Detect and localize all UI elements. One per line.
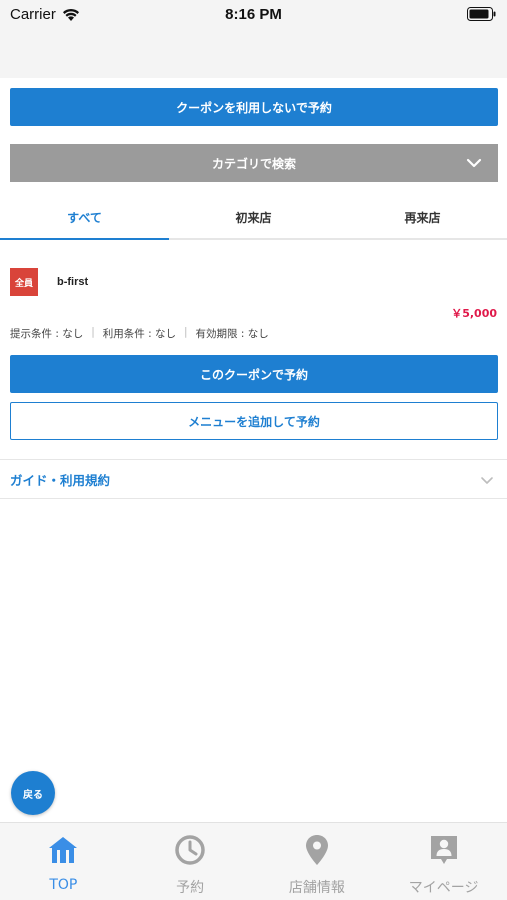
reserve-with-coupon-label: このクーポンで予約 (199, 367, 308, 382)
coupon-price: ￥5,000 (451, 307, 497, 320)
tabbar-item-reserve[interactable]: 予約 (127, 823, 254, 900)
tab-revisit-label: 再来店 (404, 210, 441, 225)
reserve-with-coupon-button[interactable]: このクーポンで予約 (10, 355, 498, 393)
condition-separator: | (183, 326, 188, 338)
add-menu-and-reserve-button[interactable]: メニューを追加して予約 (10, 402, 498, 440)
add-menu-label: メニューを追加して予約 (188, 414, 320, 429)
tab-revisit[interactable]: 再来店 (338, 196, 507, 238)
category-search-label: カテゴリで検索 (211, 156, 296, 171)
tabbar-label: 予約 (176, 880, 205, 896)
tabbar-label: マイページ (408, 880, 479, 896)
coupon-name: b-first (57, 276, 89, 288)
expiry-condition: 有効期限 : なし (195, 328, 269, 340)
chevron-down-icon (481, 477, 493, 484)
battery-icon (467, 7, 496, 21)
coupon-card: 全員 b-first ￥5,000 提示条件 : なし | 利用条件 : なし … (0, 240, 507, 450)
clock-icon (175, 835, 205, 865)
chevron-down-icon (466, 158, 482, 168)
guide-terms-label: ガイド・利用規約 (10, 472, 111, 488)
coupon-target-badge: 全員 (10, 268, 38, 296)
user-icon (430, 836, 457, 864)
guide-terms-accordion[interactable]: ガイド・利用規約 (0, 459, 507, 499)
condition-separator: | (91, 326, 95, 338)
reserve-without-coupon-button[interactable]: クーポンを利用しないで予約 (10, 88, 498, 126)
header-area (0, 30, 507, 78)
status-time: 8:16 PM (225, 6, 282, 23)
back-button-label: 戻る (23, 789, 43, 801)
bottom-tab-bar: TOP 予約 店舗情報 マイページ (0, 822, 507, 900)
tabbar-label: 店舗情報 (288, 880, 345, 896)
tab-all-label: すべて (67, 210, 102, 225)
tabbar-label: TOP (49, 877, 78, 893)
category-search-toggle[interactable]: カテゴリで検索 (10, 144, 498, 182)
tabbar-item-mypage[interactable]: マイページ (380, 823, 507, 900)
tabbar-item-top[interactable]: TOP (0, 823, 127, 900)
coupon-conditions: 提示条件 : なし | 利用条件 : なし | 有効期限 : なし (10, 326, 269, 341)
tab-all[interactable]: すべて (0, 196, 169, 240)
tabbar-item-store-info[interactable]: 店舗情報 (254, 823, 381, 900)
back-button[interactable]: 戻る (11, 771, 55, 815)
tab-first-visit[interactable]: 初来店 (169, 196, 338, 238)
offer-condition: 提示条件 : なし (10, 328, 84, 340)
tab-first-visit-label: 初来店 (235, 210, 272, 225)
status-bar: Carrier 8:16 PM (0, 0, 507, 30)
usage-condition: 利用条件 : なし (102, 328, 176, 340)
reserve-without-coupon-label: クーポンを利用しないで予約 (176, 100, 332, 115)
location-pin-icon (305, 835, 328, 865)
home-icon (49, 837, 78, 863)
coupon-tabs: すべて 初来店 再来店 (0, 196, 507, 240)
